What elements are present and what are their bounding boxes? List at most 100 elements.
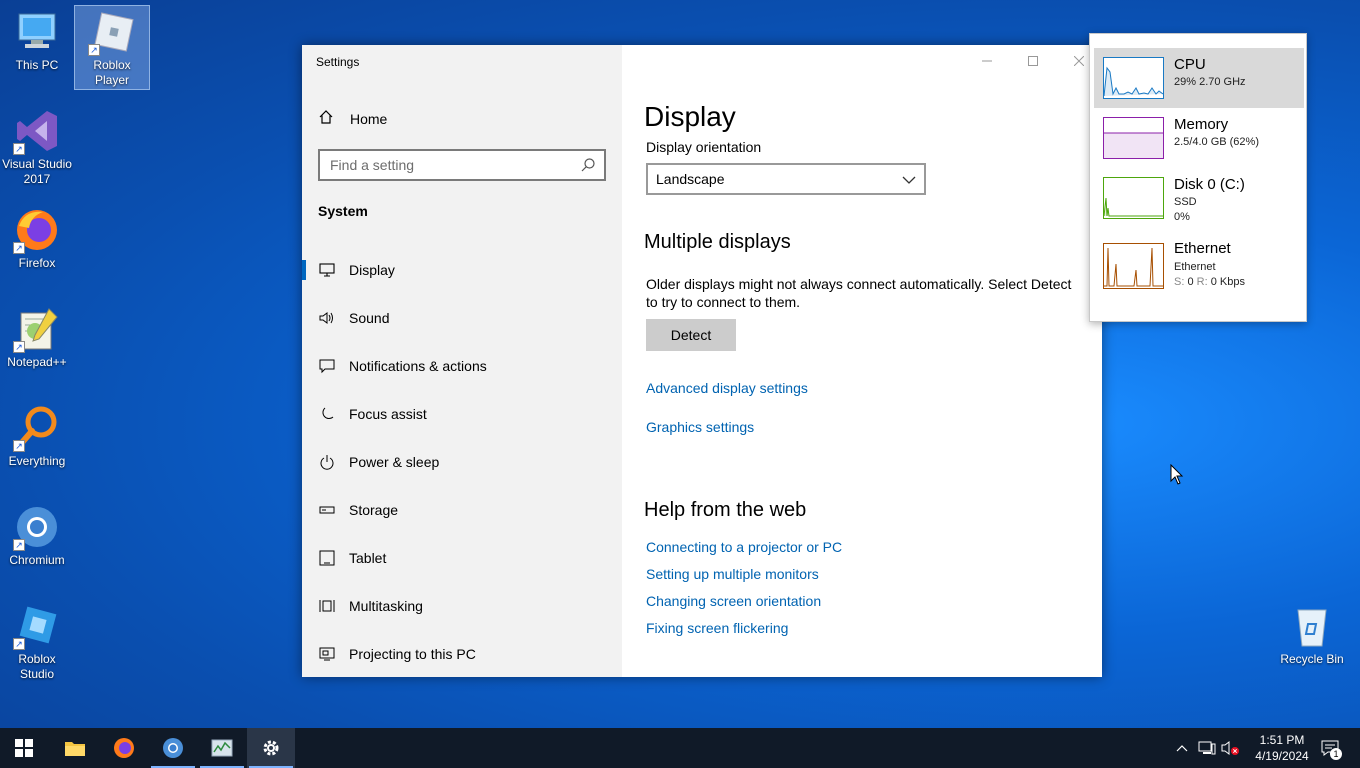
nav-item-label: Notifications & actions <box>349 358 487 374</box>
nav-item-focus-assist[interactable]: Focus assist <box>302 390 622 438</box>
cpu-graph <box>1103 57 1164 99</box>
shortcut-arrow-icon: ↗ <box>13 341 25 353</box>
this-pc-icon <box>13 8 61 56</box>
help-link[interactable]: Changing screen orientation <box>646 593 821 609</box>
desktop-icon-label: Visual Studio 2017 <box>2 157 72 186</box>
send-label: S: <box>1174 276 1185 288</box>
action-center-button[interactable]: 1 <box>1316 728 1344 768</box>
perf-name: CPU <box>1174 56 1206 73</box>
perf-ethernet-adapter: Ethernet <box>1174 261 1216 273</box>
mouse-cursor <box>1170 463 1184 491</box>
nav-item-label: Display <box>349 262 395 278</box>
help-link[interactable]: Setting up multiple monitors <box>646 566 819 582</box>
recv-value: 0 Kbps <box>1210 276 1245 288</box>
window-controls <box>964 45 1102 77</box>
nav-item-power-sleep[interactable]: Power & sleep <box>302 438 622 486</box>
desktop-icon-roblox-player[interactable]: ↗ Roblox Player <box>74 5 150 90</box>
recycle-bin-icon <box>1288 602 1336 650</box>
shortcut-arrow-icon: ↗ <box>88 44 100 56</box>
desktop-icon-label: Notepad++ <box>7 355 67 369</box>
detect-button[interactable]: Detect <box>646 319 736 351</box>
search-box[interactable] <box>318 149 606 181</box>
nav-home[interactable]: Home <box>318 109 387 128</box>
desktop-icon-label: Roblox Studio <box>18 652 56 681</box>
maximize-button[interactable] <box>1010 45 1056 77</box>
volume-muted-icon <box>1221 741 1239 755</box>
perf-item-ethernet[interactable]: Ethernet Ethernet S: 0 R: 0 Kbps <box>1094 234 1304 294</box>
desktop-icon-chromium[interactable]: ↗ Chromium <box>0 503 74 568</box>
network-tray-button[interactable] <box>1196 728 1218 768</box>
display-orientation-dropdown[interactable]: Landscape <box>646 163 926 195</box>
home-icon <box>318 109 336 128</box>
desktop-icon-label: Recycle Bin <box>1280 652 1344 666</box>
page-title: Display <box>644 101 736 132</box>
clock-date: 4/19/2024 <box>1255 749 1309 763</box>
nav-item-display[interactable]: Display <box>302 246 622 294</box>
nav-item-label: Tablet <box>349 550 387 566</box>
search-input[interactable] <box>330 157 570 173</box>
advanced-display-settings-link[interactable]: Advanced display settings <box>646 380 808 396</box>
perf-item-disk[interactable]: Disk 0 (C:) SSD 0% <box>1094 168 1304 228</box>
volume-tray-button[interactable] <box>1220 728 1242 768</box>
desktop-icon-everything[interactable]: ↗ Everything <box>0 404 74 469</box>
perf-disk-usage: 0% <box>1174 211 1190 223</box>
taskbar: 1:51 PM 4/19/2024 1 <box>0 728 1360 768</box>
dropdown-value: Landscape <box>656 171 725 187</box>
nav-item-notifications[interactable]: Notifications & actions <box>302 342 622 390</box>
nav-item-label: Storage <box>349 502 399 518</box>
desktop-icon-this-pc[interactable]: This PC <box>0 8 74 73</box>
memory-graph <box>1103 117 1164 159</box>
folder-icon <box>65 742 85 756</box>
nav-item-storage[interactable]: Storage <box>302 486 622 534</box>
notepadpp-icon: ↗ <box>13 305 61 353</box>
perf-ethernet-throughput: S: 0 R: 0 Kbps <box>1174 276 1245 288</box>
desktop-icon-visual-studio[interactable]: ↗ Visual Studio 2017 <box>0 107 74 187</box>
settings-window: Settings Home System Display Sound <box>302 45 1102 677</box>
show-hidden-icons-button[interactable] <box>1172 728 1192 768</box>
start-button[interactable] <box>0 728 48 768</box>
clock-time: 1:51 PM <box>1259 733 1305 747</box>
taskbar-firefox[interactable] <box>100 728 148 768</box>
desktop-icon-roblox-studio[interactable]: ↗ Roblox Studio <box>0 602 74 682</box>
settings-sidebar: Settings Home System Display Sound <box>302 45 622 677</box>
graphics-settings-link[interactable]: Graphics settings <box>646 419 754 435</box>
performance-flyout: CPU 29% 2.70 GHz Memory 2.5/4.0 GB (62%)… <box>1089 33 1307 322</box>
windows-logo-icon <box>15 739 33 757</box>
nav-item-sound[interactable]: Sound <box>302 294 622 342</box>
desktop-icon-firefox[interactable]: ↗ Firefox <box>0 206 74 271</box>
tablet-icon <box>318 549 336 567</box>
chromium-icon <box>163 738 183 758</box>
nav-item-label: Projecting to this PC <box>349 646 476 662</box>
perf-item-memory[interactable]: Memory 2.5/4.0 GB (62%) <box>1094 108 1304 168</box>
minimize-button[interactable] <box>964 45 1010 77</box>
gear-icon <box>263 740 279 756</box>
nav-item-projecting[interactable]: Projecting to this PC <box>302 630 622 678</box>
notification-count-badge: 1 <box>1330 748 1342 760</box>
display-orientation-label: Display orientation <box>646 139 762 155</box>
help-link[interactable]: Fixing screen flickering <box>646 620 788 636</box>
perf-disk-type: SSD <box>1174 196 1197 208</box>
taskbar-chromium[interactable] <box>149 728 197 768</box>
perf-name: Memory <box>1174 116 1229 133</box>
taskbar-settings[interactable] <box>247 728 295 768</box>
perf-item-cpu[interactable]: CPU 29% 2.70 GHz <box>1094 48 1304 108</box>
perf-name: Disk 0 (C:) <box>1174 176 1245 193</box>
firefox-icon <box>114 738 134 758</box>
nav-item-label: Power & sleep <box>349 454 440 470</box>
help-link[interactable]: Connecting to a projector or PC <box>646 539 842 555</box>
desktop-icon-recycle-bin[interactable]: Recycle Bin <box>1275 602 1349 667</box>
nav-home-label: Home <box>350 110 388 127</box>
detect-description: Older displays might not always connect … <box>646 276 1072 310</box>
search-icon[interactable] <box>580 157 596 176</box>
nav-item-tablet[interactable]: Tablet <box>302 534 622 582</box>
taskbar-file-explorer[interactable] <box>51 728 99 768</box>
speaker-icon <box>318 309 336 327</box>
taskbar-task-manager[interactable] <box>198 728 246 768</box>
shortcut-arrow-icon: ↗ <box>13 539 25 551</box>
clock[interactable]: 1:51 PM 4/19/2024 <box>1246 732 1318 764</box>
section-label-system: System <box>318 203 368 219</box>
firefox-icon: ↗ <box>13 206 61 254</box>
visual-studio-icon: ↗ <box>13 107 61 155</box>
nav-item-multitasking[interactable]: Multitasking <box>302 582 622 630</box>
desktop-icon-notepadpp[interactable]: ↗ Notepad++ <box>0 305 74 370</box>
